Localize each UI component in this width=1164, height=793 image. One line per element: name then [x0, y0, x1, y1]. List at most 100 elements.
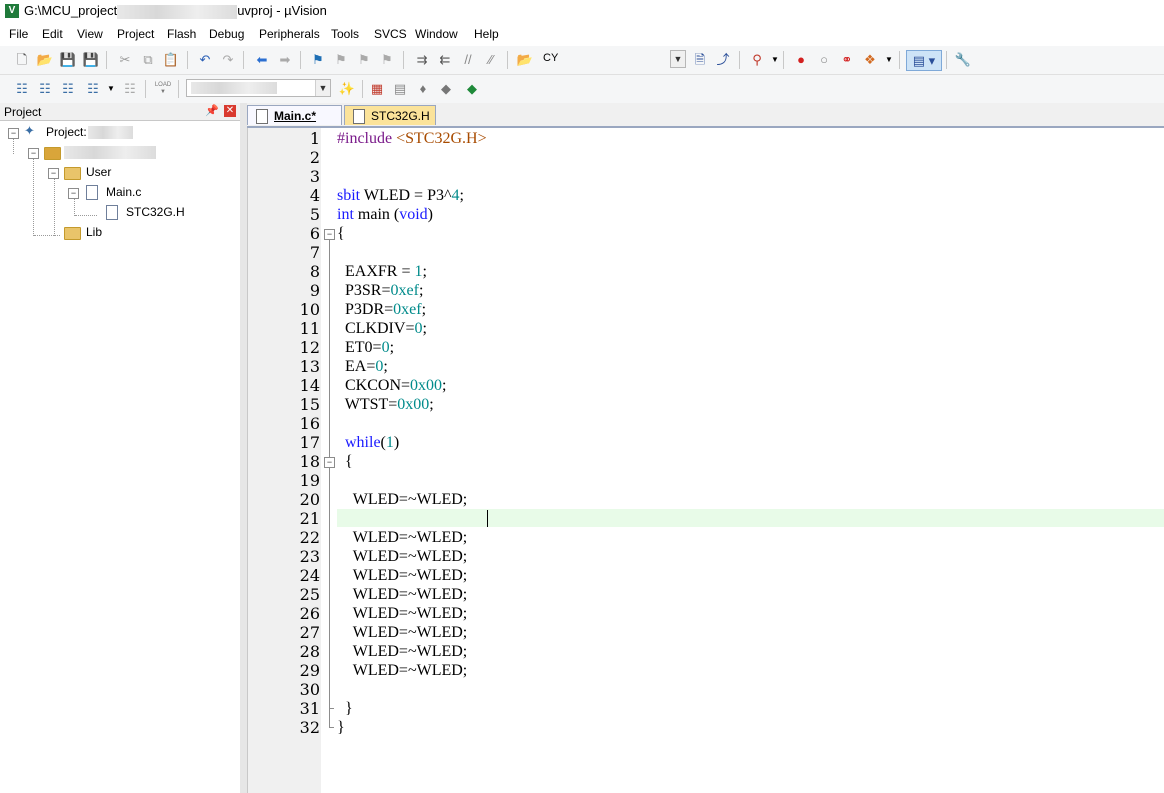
menu-flash[interactable]: Flash — [167, 27, 196, 41]
manage-components-icon[interactable]: ▦ — [368, 80, 386, 98]
menu-peripherals[interactable]: Peripherals — [259, 27, 320, 41]
line-number: 9 — [309, 281, 320, 300]
code-line[interactable]: P3DR=0xef; — [337, 300, 426, 319]
code-line[interactable]: #include <STC32G.H> — [337, 129, 487, 148]
chevron-down-icon[interactable]: ▼ — [766, 51, 784, 69]
bookmark-icon[interactable]: ⚑ — [309, 51, 327, 69]
menu-debug[interactable]: Debug — [209, 27, 244, 41]
nav-forward-icon[interactable]: ➡ — [276, 51, 294, 69]
code-line[interactable]: WLED=~WLED; — [337, 528, 468, 547]
menu-view[interactable]: View — [77, 27, 103, 41]
window-layout-icon[interactable]: ▤ ▾ — [906, 50, 942, 71]
panel-splitter[interactable] — [240, 103, 247, 793]
paste-icon[interactable]: 📋 — [162, 51, 180, 69]
undo-icon[interactable]: ↶ — [196, 51, 214, 69]
chevron-down-icon[interactable]: ▼ — [102, 80, 120, 98]
unindent-icon[interactable]: ⇇ — [436, 51, 454, 69]
chevron-down-icon[interactable]: ▼ — [880, 51, 898, 69]
open-folder-icon[interactable]: 📂 — [36, 51, 54, 69]
pack-installer-green-icon[interactable]: ◆ — [463, 80, 481, 98]
toggle-breakpoints-icon[interactable]: ❖ — [861, 51, 879, 69]
target-options-icon[interactable]: ✨ — [338, 80, 356, 98]
nav-back-icon[interactable]: ⬅ — [253, 51, 271, 69]
comment-icon[interactable]: // — [459, 51, 477, 69]
fold-guide — [329, 468, 330, 708]
next-bookmark-icon[interactable]: ⚑ — [355, 51, 373, 69]
code-line[interactable]: } — [337, 699, 353, 718]
copy-icon[interactable]: ⧉ — [139, 51, 157, 69]
disable-breakpoint-icon[interactable]: ○ — [815, 51, 833, 69]
select-packs-icon[interactable]: ♦ — [414, 80, 432, 98]
configure-icon[interactable]: 🔧 — [954, 51, 972, 69]
collapse-icon[interactable]: − — [48, 168, 59, 179]
redo-icon[interactable]: ↷ — [219, 51, 237, 69]
code-line[interactable]: } — [337, 718, 345, 737]
code-line[interactable]: ET0=0; — [337, 338, 394, 357]
line-number: 13 — [299, 357, 320, 376]
tab-stc32g-h[interactable]: STC32G.H — [344, 105, 436, 125]
code-line[interactable]: WLED=~WLED; — [337, 547, 468, 566]
pin-icon[interactable]: 📌 — [205, 104, 219, 117]
incremental-find-icon[interactable]: ⤴ — [714, 51, 732, 69]
cut-icon[interactable]: ✂ — [116, 51, 134, 69]
menu-help[interactable]: Help — [474, 27, 499, 41]
code-line[interactable]: WLED=~WLED; — [337, 604, 468, 623]
clear-bookmarks-icon[interactable]: ⚑ — [378, 51, 396, 69]
collapse-icon[interactable]: − — [68, 188, 79, 199]
download-icon[interactable]: LOAD ▼ — [154, 80, 172, 98]
code-line[interactable]: CKCON=0x00; — [337, 376, 446, 395]
build-icon[interactable]: ☷ — [36, 80, 54, 98]
code-line[interactable]: WLED=~WLED; — [337, 585, 468, 604]
save-all-icon[interactable]: 💾 — [82, 51, 100, 69]
line-number: 19 — [299, 471, 320, 490]
code-line[interactable]: WLED=~WLED; — [337, 623, 468, 642]
fold-toggle-icon[interactable]: − — [324, 457, 335, 468]
code-line[interactable]: while(1) — [337, 433, 399, 452]
batch-build-icon[interactable]: ☷ — [84, 80, 102, 98]
collapse-icon[interactable]: − — [28, 148, 39, 159]
menu-edit[interactable]: Edit — [42, 27, 63, 41]
code-line[interactable]: WLED=~WLED; — [337, 490, 468, 509]
code-line[interactable]: P3SR=0xef; — [337, 281, 423, 300]
menu-window[interactable]: Window — [415, 27, 458, 41]
code-line[interactable]: WTST=0x00; — [337, 395, 434, 414]
stop-build-icon[interactable]: ☷ — [121, 80, 139, 98]
rebuild-icon[interactable]: ☷ — [59, 80, 77, 98]
code-line[interactable]: WLED=~WLED; — [337, 566, 468, 585]
menu-svcs[interactable]: SVCS — [374, 27, 407, 41]
kill-breakpoints-icon[interactable]: ⚭ — [838, 51, 856, 69]
prev-bookmark-icon[interactable]: ⚑ — [332, 51, 350, 69]
code-line[interactable]: WLED=~WLED; — [337, 642, 468, 661]
chevron-down-icon[interactable]: ▼ — [315, 80, 330, 96]
chevron-down-icon[interactable]: ▼ — [670, 50, 686, 68]
find-icon[interactable]: 🗎 — [691, 51, 709, 69]
close-icon[interactable]: ✕ — [224, 105, 236, 117]
code-line[interactable]: EA=0; — [337, 357, 388, 376]
code-line[interactable]: WLED=~WLED; — [337, 661, 468, 680]
target-select[interactable]: ▼ — [186, 79, 331, 97]
pack-installer-icon[interactable]: ◆ — [437, 80, 455, 98]
code-line[interactable]: CLKDIV=0; — [337, 319, 427, 338]
find-combo[interactable]: CY ▼ — [516, 50, 686, 68]
menu-tools[interactable]: Tools — [331, 27, 359, 41]
tab-main-c[interactable]: Main.c* — [247, 105, 342, 125]
fold-toggle-icon[interactable]: − — [324, 229, 335, 240]
breakpoint-icon[interactable]: ● — [792, 51, 810, 69]
uncomment-icon[interactable]: ∕∕ — [482, 51, 500, 69]
translate-icon[interactable]: ☷ — [13, 80, 31, 98]
collapse-icon[interactable]: − — [8, 128, 19, 139]
menu-project[interactable]: Project — [117, 27, 154, 41]
download-arrow-icon: ▼ — [160, 89, 166, 95]
menu-file[interactable]: File — [9, 27, 28, 41]
save-icon[interactable]: 💾 — [59, 51, 77, 69]
code-line[interactable]: EAXFR = 1; — [337, 262, 427, 281]
indent-icon[interactable]: ⇉ — [413, 51, 431, 69]
debug-session-icon[interactable]: ⚲ — [748, 51, 766, 69]
file-extensions-icon[interactable]: ▤ — [391, 80, 409, 98]
new-file-icon[interactable]: 🗋 — [13, 51, 31, 69]
code-line[interactable]: { — [337, 452, 353, 471]
code-line[interactable]: int main (void) — [337, 205, 433, 224]
code-line[interactable]: sbit WLED = P3^4; — [337, 186, 464, 205]
code-line[interactable]: { — [337, 224, 345, 243]
code-editor[interactable]: 1 2 3 4 5 6 7 8 9 10 11 12 13 14 15 16 17 18 19 20 21 22 23 24 2… — [247, 128, 1164, 793]
